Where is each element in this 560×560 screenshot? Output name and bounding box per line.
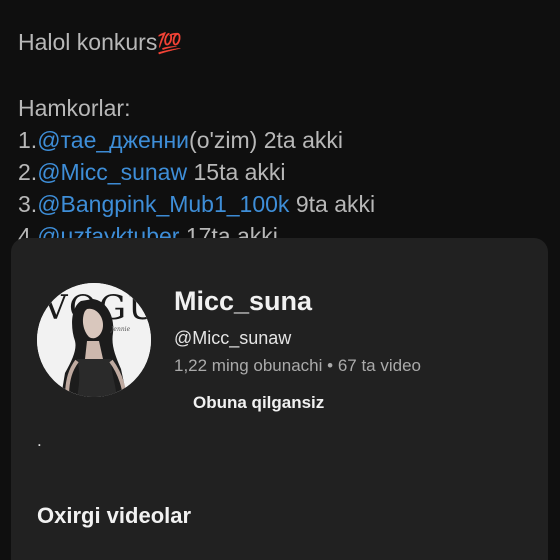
- page: Halol konkurs💯 Hamkorlar: 1.@тае_дженни(…: [0, 0, 560, 560]
- mention-link[interactable]: @Micc_sunaw: [37, 159, 187, 185]
- subscriber-count: 1,22 ming obunachi: [174, 356, 323, 375]
- post-item: 1.@тае_дженни(o'zim) 2ta akki: [18, 124, 550, 156]
- post-item-rest: 9ta akki: [289, 191, 376, 217]
- post-text: Halol konkurs💯 Hamkorlar: 1.@тае_дженни(…: [18, 26, 550, 252]
- post-gap: [18, 60, 550, 92]
- post-item: 3.@Bangpink_Mub1_100k 9ta akki: [18, 188, 550, 220]
- post-subtitle: Hamkorlar:: [18, 95, 131, 121]
- channel-avatar[interactable]: VOGUE Jennie: [37, 283, 151, 397]
- post-title-line: Halol konkurs💯: [18, 26, 550, 60]
- channel-stats: 1,22 ming obunachi • 67 ta video: [174, 356, 421, 376]
- channel-handle: @Micc_sunaw: [174, 328, 292, 348]
- mention-link[interactable]: @Bangpink_Mub1_100k: [37, 191, 289, 217]
- subscribed-button[interactable]: Obuna qilgansiz: [193, 393, 324, 413]
- svg-text:Jennie: Jennie: [109, 326, 131, 333]
- post-item-rest: 15ta akki: [187, 159, 286, 185]
- channel-bottom-sheet: VOGUE Jennie Micc_suna @Micc_sunaw 1,22 …: [11, 238, 548, 560]
- avatar-image: VOGUE Jennie: [37, 283, 151, 397]
- post-item-number: 1.: [18, 127, 38, 153]
- hundred-points-emoji: 💯: [157, 33, 183, 55]
- post-item: 2.@Micc_sunaw 15ta akki: [18, 156, 550, 188]
- post-title: Halol konkurs: [18, 29, 158, 55]
- section-title-latest-videos: Oxirgi videolar: [37, 503, 192, 528]
- mention-link[interactable]: @тае_дженни: [37, 127, 189, 153]
- video-count: 67 ta video: [337, 356, 421, 375]
- channel-description: .: [37, 431, 42, 450]
- post-item-number: 2.: [18, 159, 38, 185]
- post-item-rest: (o'zim) 2ta akki: [189, 127, 343, 153]
- channel-name[interactable]: Micc_suna: [174, 286, 312, 317]
- post-item-number: 3.: [18, 191, 38, 217]
- stats-separator: •: [327, 356, 334, 375]
